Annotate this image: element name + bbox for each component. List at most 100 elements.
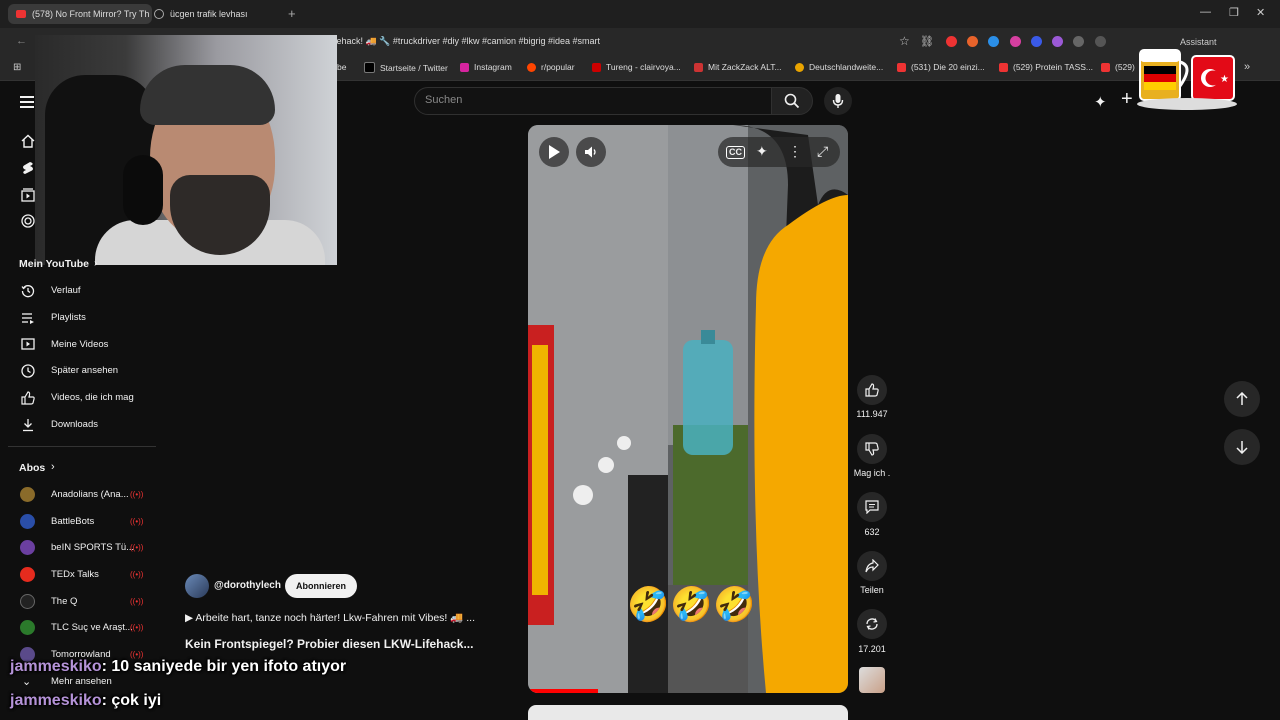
search-input[interactable] — [415, 88, 765, 112]
remix-icon — [866, 618, 878, 630]
globe-icon — [154, 9, 164, 19]
zackzack-icon — [694, 62, 703, 72]
dislike-button[interactable] — [857, 434, 887, 464]
url-field[interactable]: fehack! 🚚 🔧 #truckdriver #diy #lkw #cami… — [334, 36, 600, 47]
previous-short-button[interactable] — [1224, 381, 1260, 417]
play-button[interactable] — [539, 137, 569, 167]
browser-tab-active[interactable]: (578) No Front Mirror? Try Th — [8, 4, 152, 24]
bookmark-item[interactable]: (529) — [1101, 62, 1135, 72]
subscribe-button[interactable]: Abonnieren — [285, 574, 358, 598]
bookmark-item[interactable]: (531) Die 20 einzi... — [897, 62, 985, 72]
subscription-item[interactable]: Anadolians (Ana... — [51, 489, 129, 500]
mute-button[interactable] — [576, 137, 606, 167]
sidebar-item-liked-videos[interactable]: Videos, die ich mag — [51, 392, 134, 403]
bookmark-item[interactable]: (529) Protein TASS... — [999, 62, 1093, 72]
sidebar-item-downloads[interactable]: Downloads — [51, 419, 98, 430]
bookmark-item[interactable]: be — [337, 62, 346, 72]
section-abos[interactable]: Abos — [19, 462, 45, 474]
search-button[interactable] — [771, 87, 813, 115]
arrow-down-icon — [1236, 441, 1248, 454]
next-short-button[interactable] — [1224, 429, 1260, 465]
youtube-favicon-icon — [16, 10, 26, 18]
extension-icon[interactable] — [1095, 36, 1106, 47]
shorts-icon[interactable]: ✦ — [1094, 93, 1107, 111]
streamer-hair — [140, 65, 275, 125]
sidebar-item-verlauf[interactable]: Verlauf — [51, 285, 81, 296]
sidebar-item-meine-videos[interactable]: Meine Videos — [51, 339, 108, 350]
thumbs-up-icon — [865, 383, 879, 397]
puzzle-icon[interactable] — [1073, 36, 1084, 47]
extension-icon[interactable] — [967, 36, 978, 47]
subscription-item[interactable]: The Q — [51, 596, 77, 607]
fullscreen-icon[interactable]: ⤢ — [817, 143, 828, 160]
maximize-icon[interactable]: ❐ — [1229, 6, 1239, 19]
create-icon[interactable]: + — [1121, 88, 1133, 111]
share-button[interactable] — [857, 551, 887, 581]
avatar — [20, 487, 35, 502]
comments-button[interactable] — [857, 492, 887, 522]
subscriptions-icon[interactable] — [20, 187, 35, 202]
arrow-up-icon — [1236, 392, 1248, 405]
voice-search-button[interactable] — [824, 87, 852, 115]
beer-flag-sticker: ★ — [1132, 36, 1242, 112]
bookmark-item[interactable]: Startseite / Twitter — [364, 62, 448, 73]
bookmark-item[interactable]: Deutschlandweite... — [795, 62, 883, 72]
laughing-emoji: 🤣 — [627, 586, 670, 624]
bookmark-item[interactable]: Instagram — [460, 62, 512, 72]
extension-icon[interactable] — [1010, 36, 1021, 47]
remix-icon[interactable]: ✦ — [756, 143, 768, 160]
extension-icon[interactable] — [1031, 36, 1042, 47]
extension-icon[interactable] — [988, 36, 999, 47]
bookmark-label: r/popular — [541, 62, 575, 72]
sidebar-item-playlists[interactable]: Playlists — [51, 312, 86, 323]
captions-icon[interactable]: CC — [726, 146, 745, 159]
history-icon — [20, 283, 35, 298]
more-options-icon[interactable]: ⋮ — [788, 143, 802, 160]
home-icon[interactable] — [20, 133, 35, 148]
back-icon[interactable]: ← — [16, 35, 27, 47]
more-bookmarks-icon[interactable]: » — [1244, 61, 1250, 73]
channel-name[interactable]: @dorothylech — [214, 580, 281, 591]
chat-message: jammeskiko: çok iyi — [10, 692, 161, 710]
target-icon[interactable] — [20, 213, 35, 228]
live-icon: ((•)) — [130, 490, 144, 499]
subscription-item[interactable]: TEDx Talks — [51, 569, 99, 580]
svg-text:★: ★ — [1220, 74, 1229, 85]
browser-tab[interactable]: ücgen trafik levhası — [146, 4, 292, 24]
remix-button[interactable] — [857, 609, 887, 639]
subscription-item[interactable]: BattleBots — [51, 516, 94, 527]
share-label: Teilen — [860, 585, 884, 595]
apps-grid-icon[interactable]: ⊞ — [13, 62, 21, 73]
next-video-preview[interactable] — [528, 705, 848, 720]
sidebar-item-spaeter-ansehen[interactable]: Später ansehen — [51, 365, 118, 376]
channel-avatar[interactable] — [185, 574, 209, 598]
extension-icon[interactable] — [1052, 36, 1063, 47]
close-icon[interactable]: ✕ — [1256, 6, 1265, 19]
bookmark-star-icon[interactable]: ☆ — [899, 34, 910, 48]
show-more-button[interactable]: Mehr ansehen — [51, 676, 112, 687]
live-icon: ((•)) — [130, 623, 144, 632]
extension-icon[interactable] — [946, 36, 957, 47]
new-tab-button[interactable]: + — [288, 6, 296, 21]
shorts-nav-icon[interactable] — [20, 160, 35, 175]
bookmark-item[interactable]: Mit ZackZack ALT... — [694, 62, 782, 72]
bookmark-item[interactable]: r/popular — [527, 62, 575, 72]
tureng-icon — [592, 62, 601, 72]
search-icon — [784, 93, 800, 109]
like-button[interactable] — [857, 375, 887, 405]
video-description[interactable]: ▶ Arbeite hart, tanze noch härter! Lkw-F… — [185, 611, 475, 624]
bookmark-label: Mit ZackZack ALT... — [708, 62, 782, 72]
chevron-down-icon: ⌄ — [22, 676, 32, 688]
section-my-youtube[interactable]: Mein YouTube — [19, 258, 89, 270]
link-icon[interactable]: ⛓ — [920, 35, 934, 48]
menu-hamburger-icon[interactable] — [20, 96, 34, 111]
bookmark-label: Startseite / Twitter — [380, 62, 448, 73]
sound-thumbnail[interactable] — [859, 667, 885, 693]
chat-text: : çok iyi — [101, 692, 162, 709]
bookmark-label: Tureng - clairvoya... — [606, 62, 681, 72]
minimize-icon[interactable]: — — [1200, 6, 1211, 18]
subscription-item[interactable]: beIN SPORTS Tü... — [51, 542, 134, 553]
bookmark-item[interactable]: Tureng - clairvoya... — [592, 62, 681, 72]
download-icon — [20, 417, 35, 432]
subscription-item[interactable]: TLC Suç ve Araşt... — [51, 622, 133, 633]
